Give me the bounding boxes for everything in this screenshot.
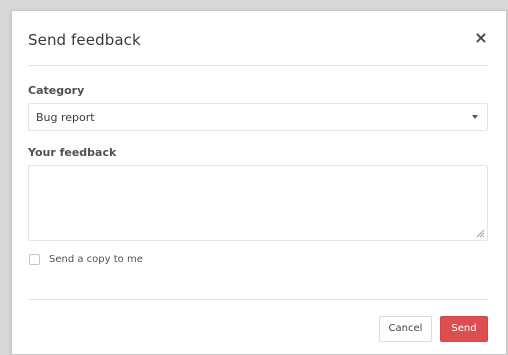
close-icon[interactable]: × — [472, 29, 490, 47]
category-select[interactable]: Bug report — [28, 103, 488, 131]
chevron-down-icon — [472, 115, 478, 119]
feedback-label: Your feedback — [28, 146, 117, 159]
footer-divider — [28, 299, 488, 300]
send-button[interactable]: Send — [440, 316, 488, 342]
copy-to-me-checkbox[interactable] — [29, 254, 40, 265]
category-label: Category — [28, 84, 85, 97]
resize-grip-icon[interactable] — [476, 229, 485, 238]
category-selected-value: Bug report — [36, 111, 95, 124]
dialog-title: Send feedback — [28, 31, 141, 49]
dialog-header: Send feedback × — [28, 29, 488, 59]
copy-to-me-label[interactable]: Send a copy to me — [49, 254, 143, 265]
cancel-button[interactable]: Cancel — [379, 316, 432, 342]
header-divider — [28, 65, 488, 66]
feedback-dialog: Send feedback × Category Bug report Your… — [11, 10, 507, 355]
feedback-textarea[interactable] — [28, 165, 488, 241]
